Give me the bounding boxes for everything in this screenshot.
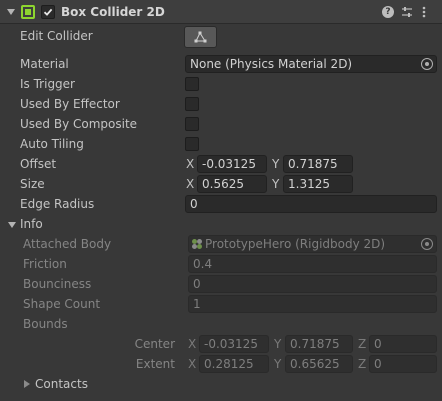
- extent-label: Extent: [135, 357, 175, 371]
- checkmark-icon: [43, 8, 53, 16]
- friction-label: Friction: [23, 257, 67, 271]
- component-header[interactable]: Box Collider 2D ?: [0, 0, 442, 24]
- offset-y-field[interactable]: 0.71875: [283, 155, 353, 173]
- component-title: Box Collider 2D: [61, 5, 165, 19]
- used-by-effector-label: Used By Effector: [20, 97, 120, 111]
- object-picker-icon[interactable]: [421, 58, 433, 70]
- offset-x-label[interactable]: X: [186, 155, 194, 173]
- size-y-field[interactable]: 1.3125: [283, 175, 353, 193]
- foldout-arrow-icon[interactable]: [7, 9, 15, 15]
- offset-x-field[interactable]: -0.03125: [197, 155, 267, 173]
- material-value: None (Physics Material 2D): [190, 57, 353, 71]
- size-label: Size: [20, 177, 45, 191]
- bounds-label: Bounds: [23, 317, 68, 331]
- box-collider-2d-inspector: Box Collider 2D ? Edit Collider Material: [0, 0, 442, 401]
- attached-body-field[interactable]: PrototypeHero (Rigidbody 2D): [188, 235, 437, 253]
- friction-field: 0.4: [188, 255, 437, 273]
- contacts-foldout-label[interactable]: Contacts: [35, 375, 88, 393]
- center-x-label: X: [188, 337, 197, 351]
- center-x-field: -0.03125: [199, 335, 269, 353]
- size-x-label[interactable]: X: [186, 175, 194, 193]
- box-collider-2d-icon: [21, 5, 35, 19]
- used-by-effector-checkbox[interactable]: [185, 97, 199, 111]
- extent-y-label: Y: [274, 357, 282, 371]
- attached-body-value: PrototypeHero (Rigidbody 2D): [205, 237, 386, 251]
- extent-z-label: Z: [358, 357, 367, 371]
- size-x-field[interactable]: 0.5625: [197, 175, 267, 193]
- auto-tiling-checkbox[interactable]: [185, 137, 199, 151]
- enabled-checkbox[interactable]: [41, 5, 55, 19]
- info-foldout-icon[interactable]: [8, 222, 16, 228]
- bounciness-label: Bounciness: [23, 277, 92, 291]
- material-field[interactable]: None (Physics Material 2D): [185, 55, 437, 73]
- used-by-composite-label: Used By Composite: [20, 117, 138, 131]
- more-icon[interactable]: [422, 6, 426, 18]
- size-y-label[interactable]: Y: [272, 175, 279, 193]
- attached-body-label: Attached Body: [23, 237, 112, 251]
- is-trigger-label: Is Trigger: [20, 77, 75, 91]
- attached-body-picker-icon[interactable]: [421, 238, 433, 250]
- shape-count-label: Shape Count: [23, 297, 101, 311]
- edge-radius-label: Edge Radius: [20, 197, 95, 211]
- extent-x-field: 0.28125: [199, 355, 269, 373]
- offset-label: Offset: [20, 157, 57, 171]
- bounciness-field: 0: [188, 275, 437, 293]
- shape-count-field: 1: [188, 295, 437, 313]
- edge-radius-field[interactable]: 0: [185, 195, 437, 213]
- center-z-field: 0: [369, 335, 437, 353]
- contacts-foldout-icon[interactable]: [24, 380, 30, 388]
- edit-collider-label: Edit Collider: [20, 29, 93, 43]
- edit-collider-button[interactable]: [184, 26, 217, 48]
- center-y-field: 0.71875: [285, 335, 353, 353]
- info-foldout-label[interactable]: Info: [20, 215, 43, 233]
- is-trigger-checkbox[interactable]: [185, 77, 199, 91]
- extent-x-label: X: [188, 357, 197, 371]
- preset-icon[interactable]: [401, 6, 413, 18]
- edit-collider-icon: [194, 31, 207, 43]
- rigidbody-2d-icon: [192, 239, 202, 249]
- center-y-label: Y: [274, 337, 282, 351]
- extent-y-field: 0.65625: [285, 355, 353, 373]
- center-z-label: Z: [358, 337, 367, 351]
- used-by-composite-checkbox[interactable]: [185, 117, 199, 131]
- help-icon[interactable]: ?: [382, 6, 394, 18]
- offset-y-label[interactable]: Y: [272, 155, 279, 173]
- center-label: Center: [134, 337, 175, 351]
- extent-z-field: 0: [369, 355, 437, 373]
- material-label: Material: [20, 57, 69, 71]
- auto-tiling-label: Auto Tiling: [20, 137, 84, 151]
